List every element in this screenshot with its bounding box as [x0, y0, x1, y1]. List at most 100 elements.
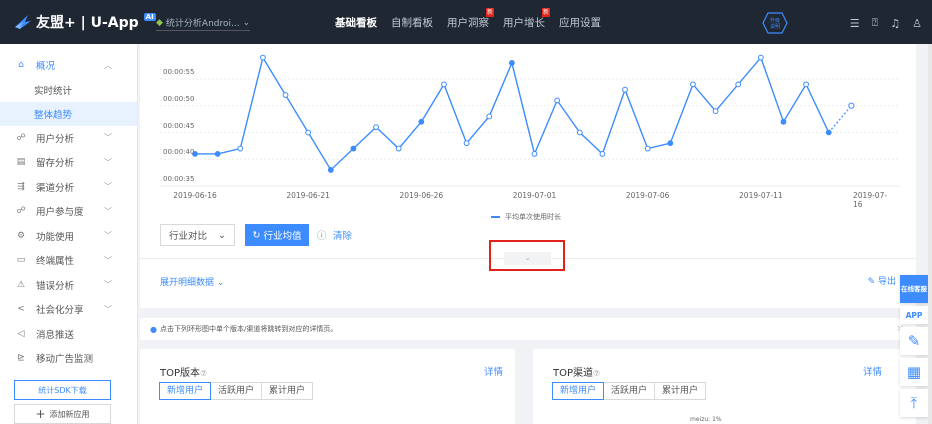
- nav-user-growth[interactable]: 用户增长新: [496, 0, 552, 44]
- data-point[interactable]: [327, 167, 334, 173]
- data-point[interactable]: [825, 129, 832, 136]
- detail-link[interactable]: 详情: [484, 364, 503, 378]
- info-icon: ●: [150, 324, 157, 334]
- info-icon[interactable]: ⓘ: [317, 224, 327, 246]
- nav-basic-dashboard[interactable]: 基础看板: [328, 0, 384, 44]
- sidebar-item-push[interactable]: ◁ 消息推送: [0, 322, 137, 347]
- tab-total-users[interactable]: 累计用户: [261, 382, 314, 400]
- data-point[interactable]: [463, 140, 470, 147]
- panel-title: TOP版本⑦: [160, 368, 208, 379]
- nav-custom-dashboard[interactable]: 自制看板: [384, 0, 440, 44]
- top-navigation-bar: 友盟+ | U-App AI ◆ 统计分析Androi... ⌄ 基础看板 自制…: [0, 0, 932, 44]
- data-point[interactable]: [373, 124, 379, 131]
- sidebar-item-realtime[interactable]: 实时统计: [0, 78, 137, 102]
- x-tick-label: 2019-07-11: [739, 191, 783, 200]
- data-point[interactable]: [486, 113, 493, 120]
- sdk-download-button[interactable]: 统计SDK下载: [14, 380, 111, 400]
- push-icon: ◁: [17, 328, 25, 339]
- app-download-button[interactable]: APP: [900, 306, 928, 324]
- app-selector[interactable]: ◆ 统计分析Androi... ⌄: [156, 16, 251, 31]
- detail-link[interactable]: 详情: [863, 364, 882, 378]
- data-point[interactable]: [848, 102, 855, 109]
- user-icon[interactable]: ♙: [912, 17, 922, 30]
- tab-total-users[interactable]: 累计用户: [654, 382, 707, 400]
- export-icon: ✎: [867, 277, 876, 287]
- industry-compare-dropdown[interactable]: 行业对比 ⌄: [160, 224, 235, 246]
- chevron-down-icon: ⌄: [218, 229, 226, 241]
- plus-icon: +: [35, 407, 46, 421]
- data-point[interactable]: [576, 129, 583, 136]
- expand-detail-link[interactable]: 展开明细数据 ⌄: [160, 275, 224, 288]
- data-point[interactable]: [350, 145, 357, 152]
- y-tick-label: 00:00:50: [163, 94, 195, 103]
- sidebar-item-feature-usage[interactable]: ⚙ 功能使用 ﹀: [0, 224, 137, 249]
- nav-user-insight[interactable]: 用户洞察新: [440, 0, 496, 44]
- sidebar-item-engagement[interactable]: ☍ 用户参与度 ﹀: [0, 199, 137, 224]
- data-point[interactable]: [395, 145, 402, 152]
- data-point[interactable]: [531, 151, 538, 157]
- help-icon[interactable]: ⑦: [593, 369, 600, 378]
- data-point[interactable]: [418, 118, 425, 125]
- data-point[interactable]: [644, 145, 651, 152]
- upgrade-badge[interactable]: 升级 说明: [762, 12, 788, 34]
- sidebar-item-overview[interactable]: ⌂ 概况 ︿: [0, 53, 137, 78]
- data-point[interactable]: [712, 108, 719, 114]
- x-tick-label: 2019-07-16: [853, 191, 888, 209]
- scrollbar[interactable]: [928, 44, 932, 424]
- chevron-down-icon: ⌄: [216, 278, 225, 288]
- sidebar-item-user-analysis[interactable]: ☍ 用户分析 ﹀: [0, 126, 137, 151]
- y-tick-label: 00:00:55: [163, 68, 195, 76]
- chevron-down-icon: ﹀: [104, 255, 112, 265]
- chevron-down-icon: ﹀: [104, 231, 112, 241]
- data-point[interactable]: [803, 81, 809, 88]
- y-tick-label: 00:00:35: [163, 175, 195, 183]
- data-point[interactable]: [282, 92, 289, 98]
- export-button[interactable]: ✎ 导出: [868, 274, 896, 287]
- nav-app-settings[interactable]: 应用设置: [552, 0, 608, 44]
- help-icon[interactable]: ⍰: [872, 16, 879, 30]
- data-point[interactable]: [214, 151, 221, 157]
- add-app-button[interactable]: + 添加新应用: [14, 404, 111, 424]
- data-point[interactable]: [599, 151, 606, 157]
- bell-icon[interactable]: ♫: [890, 17, 900, 30]
- legend-swatch: [491, 216, 500, 218]
- data-point[interactable]: [260, 54, 266, 61]
- industry-average-button[interactable]: ↻ 行业均值: [245, 224, 309, 246]
- new-badge: 新: [485, 8, 494, 17]
- data-point[interactable]: [735, 81, 742, 88]
- data-point[interactable]: [237, 145, 244, 152]
- chevron-down-icon: ⌄: [242, 17, 251, 28]
- data-point[interactable]: [622, 86, 628, 93]
- qrcode-icon[interactable]: ▦: [900, 358, 928, 386]
- back-to-top-icon[interactable]: ⤒: [900, 389, 928, 417]
- sidebar-item-share[interactable]: < 社会化分享 ﹀: [0, 297, 137, 322]
- data-point[interactable]: [780, 118, 787, 125]
- data-point[interactable]: [441, 81, 447, 88]
- sidebar-item-device[interactable]: ▭ 终端属性 ﹀: [0, 248, 137, 273]
- online-service-button[interactable]: 在线客服: [900, 275, 928, 303]
- data-point[interactable]: [508, 60, 515, 66]
- tab-active-users[interactable]: 活跃用户: [603, 382, 656, 400]
- list-icon[interactable]: ☰: [850, 17, 860, 30]
- clear-link[interactable]: 清除: [333, 224, 352, 246]
- help-icon[interactable]: ⑦: [200, 369, 207, 378]
- notice-text: 点击下列环形图中单个版本/渠道将跳转到对应的详情页。: [159, 325, 338, 333]
- sidebar-item-error[interactable]: ⚠ 错误分析 ﹀: [0, 273, 137, 298]
- sidebar-item-overall-trend[interactable]: 整体趋势: [0, 101, 137, 126]
- tab-active-users[interactable]: 活跃用户: [210, 382, 263, 400]
- data-point[interactable]: [305, 129, 312, 136]
- feedback-icon[interactable]: ✎: [900, 327, 928, 355]
- data-point[interactable]: [667, 140, 674, 147]
- data-point[interactable]: [757, 54, 764, 61]
- data-point[interactable]: [690, 81, 696, 88]
- sidebar-item-ad-monitor[interactable]: ⊵ 移动广告监测: [0, 346, 137, 371]
- sidebar-item-retention[interactable]: ▤ 留存分析 ﹀: [0, 150, 137, 175]
- data-point[interactable]: [554, 97, 561, 104]
- chart-legend[interactable]: 平均单次使用时长: [491, 212, 561, 222]
- sidebar-item-channel[interactable]: ⇶ 渠道分析 ﹀: [0, 175, 137, 200]
- svg-text:升级: 升级: [770, 17, 780, 24]
- tab-group: 新增用户 活跃用户 累计用户: [552, 382, 707, 400]
- tab-new-users[interactable]: 新增用户: [159, 382, 212, 400]
- tab-new-users[interactable]: 新增用户: [552, 382, 605, 400]
- umeng-logo[interactable]: 友盟+ | U-App AI: [14, 12, 156, 32]
